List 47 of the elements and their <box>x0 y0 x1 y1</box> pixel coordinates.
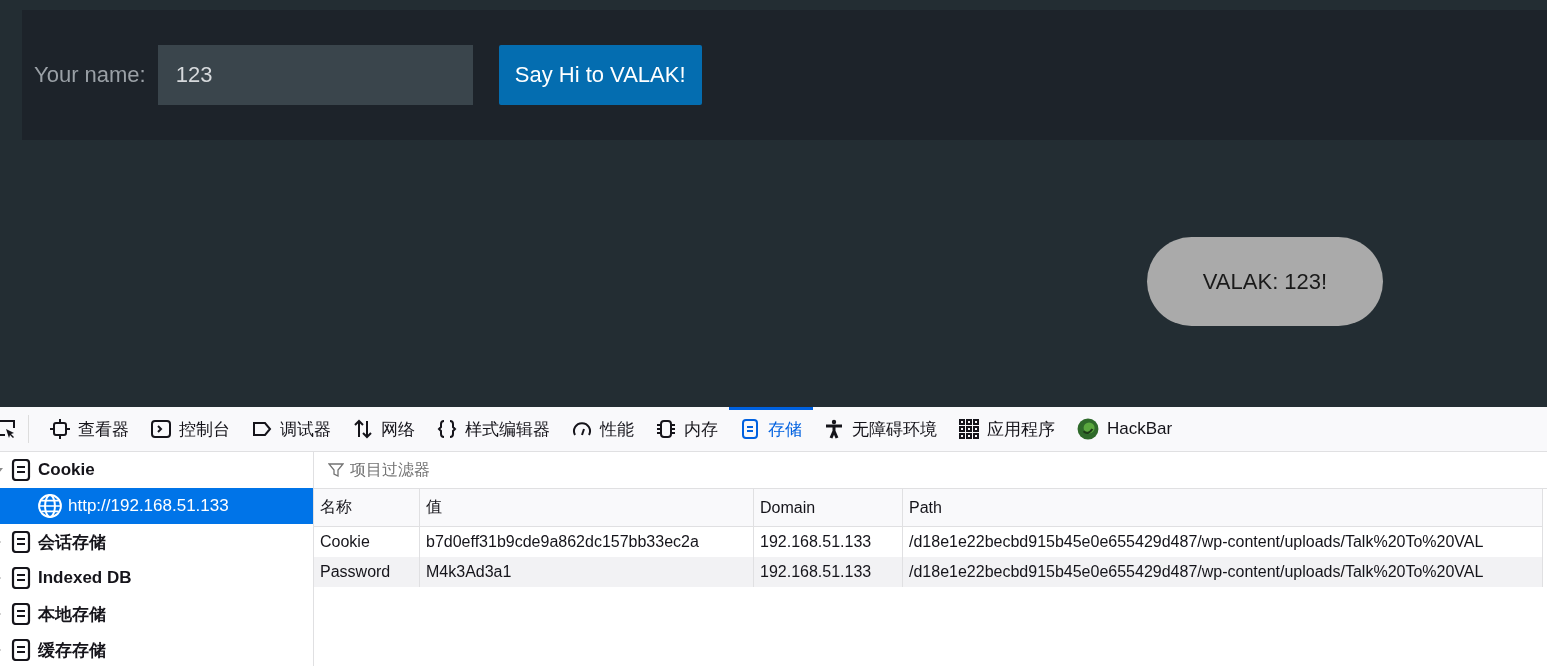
storage-category-item[interactable]: 缓存存储 <box>0 632 308 667</box>
storage-category-item[interactable]: Cookie <box>0 452 308 488</box>
column-header[interactable]: Domain <box>753 489 903 527</box>
devtools-tab[interactable]: 应用程序 <box>948 407 1066 451</box>
debugger-icon <box>252 419 272 439</box>
globe-icon <box>38 494 62 518</box>
hackbar-logo-icon <box>1077 418 1099 440</box>
table-cell: /d18e1e22becbd915b45e0e655429d487/wp-content/uploads/Talk%20To%20VAL <box>902 557 1543 587</box>
storage-icon <box>10 639 32 661</box>
storage-category-item[interactable]: Indexed DB <box>0 560 308 596</box>
table-cell: Password <box>314 557 420 587</box>
chip-icon <box>656 419 676 439</box>
cookie-host-item[interactable]: http://192.168.51.133 <box>0 488 313 524</box>
inspector-icon <box>50 419 70 439</box>
devtools-tab[interactable]: 无障碍环境 <box>813 407 948 451</box>
devtools-tab[interactable]: 控制台 <box>140 407 241 451</box>
accessibility-icon <box>824 419 844 439</box>
console-icon <box>151 419 171 439</box>
grid-icon <box>959 419 979 439</box>
chat-bubble: VALAK: 123! <box>1147 237 1383 326</box>
column-header[interactable]: Path <box>902 489 1543 527</box>
devtools-tab[interactable]: 性能 <box>561 407 645 451</box>
devtools-tab[interactable]: 查看器 <box>39 407 140 451</box>
arrows-icon <box>353 419 373 439</box>
braces-icon <box>437 419 457 439</box>
devtools-tab[interactable]: 样式编辑器 <box>426 407 561 451</box>
devtools-tab[interactable]: 调试器 <box>241 407 342 451</box>
devtools-tab[interactable]: 网络 <box>342 407 426 451</box>
storage-category-item[interactable]: 本地存储 <box>0 596 308 632</box>
name-label: Your name: <box>34 62 146 88</box>
devtools-tab[interactable]: 内存 <box>645 407 729 451</box>
storage-icon <box>10 567 32 589</box>
storage-icon <box>10 603 32 625</box>
filter-icon <box>328 462 344 478</box>
devtools-tab[interactable]: 存储 <box>729 407 813 451</box>
table-cell: 192.168.51.133 <box>753 557 903 587</box>
table-cell: M4k3Ad3a1 <box>419 557 754 587</box>
storage-icon <box>740 419 760 439</box>
element-picker-icon[interactable] <box>0 419 16 439</box>
say-hi-button[interactable]: Say Hi to VALAK! <box>498 45 702 105</box>
devtools-tab[interactable]: HackBar <box>1066 407 1184 451</box>
storage-icon <box>10 531 32 553</box>
storage-category-item[interactable]: 会话存储 <box>0 524 308 560</box>
name-input[interactable]: 123 <box>157 45 473 105</box>
column-header[interactable]: 值 <box>419 489 754 527</box>
storage-icon <box>10 459 32 481</box>
column-header[interactable]: 名称 <box>314 489 420 527</box>
